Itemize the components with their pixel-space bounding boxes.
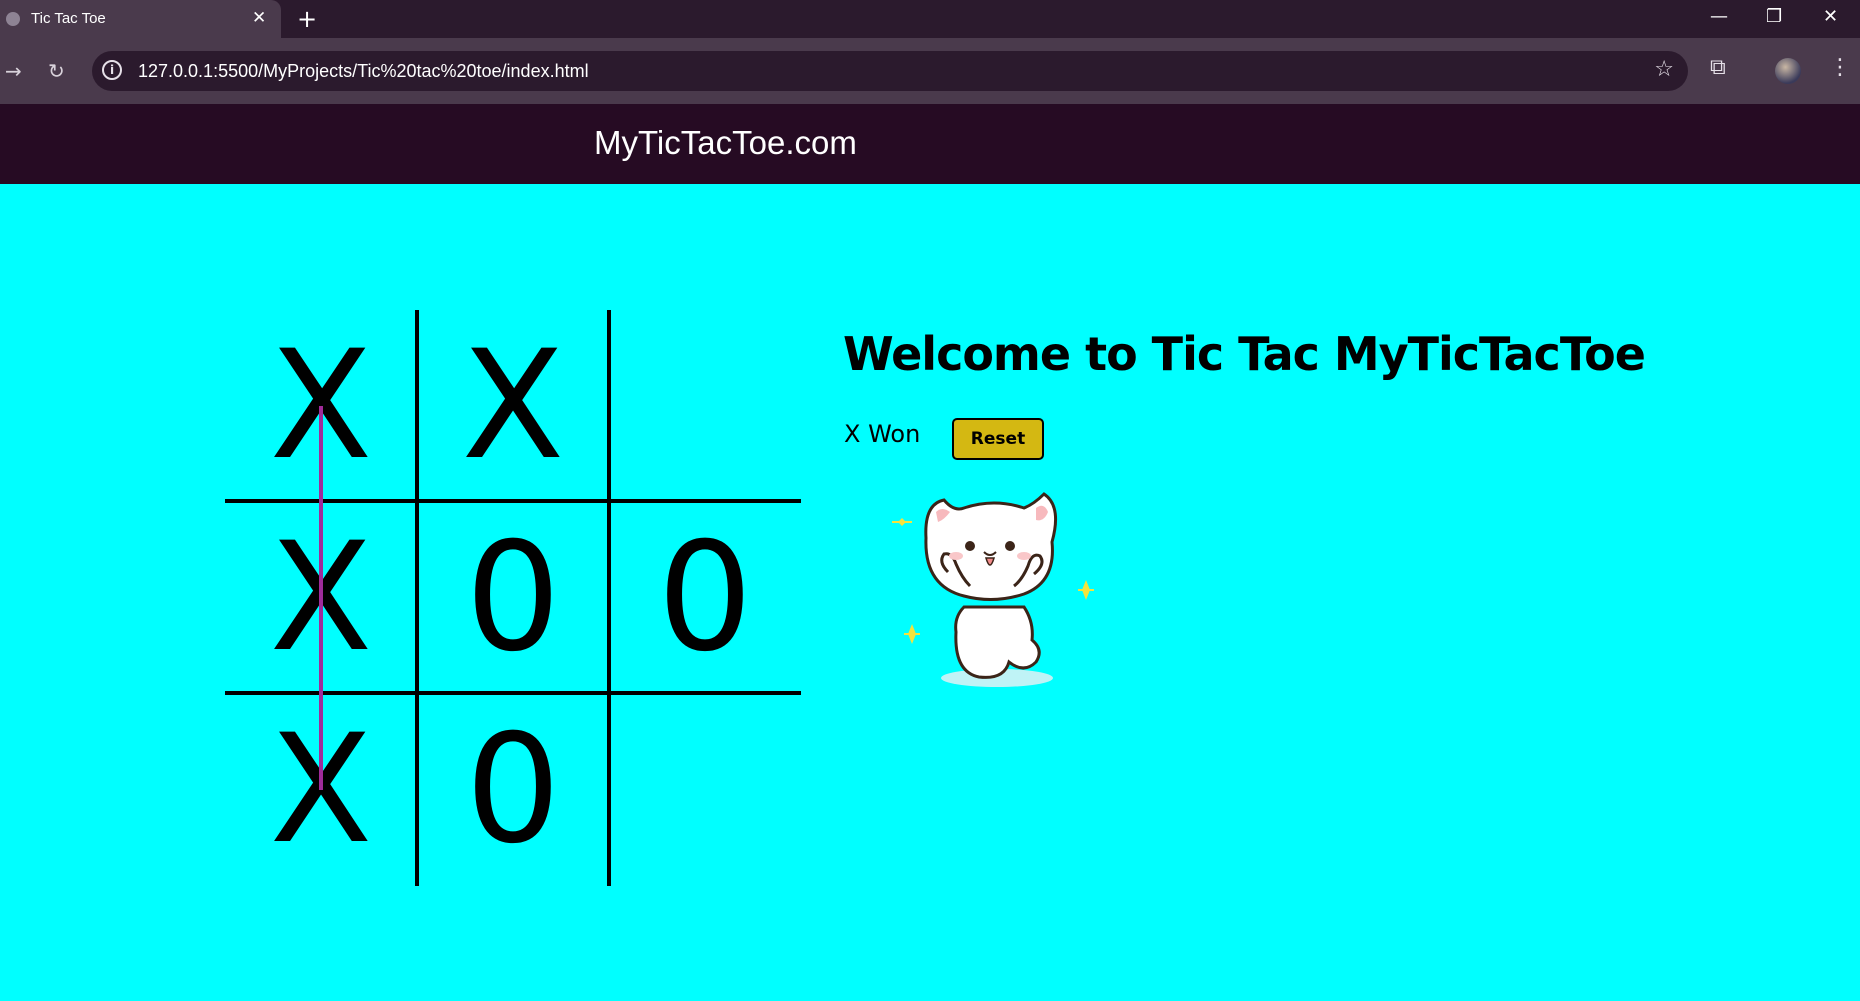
address-bar[interactable]: i 127.0.0.1:5500/MyProjects/Tic%20tac%20… <box>92 51 1688 91</box>
grid-line <box>225 691 801 695</box>
reload-icon[interactable]: ↻ <box>48 59 65 83</box>
favicon-icon <box>6 12 20 26</box>
browser-tab-bar: Tic Tac Toe ✕ + — ❐ ✕ <box>0 0 1860 38</box>
site-header: MyTicTacToe.com <box>0 104 1860 184</box>
reset-button[interactable]: Reset <box>952 418 1044 460</box>
restore-icon[interactable]: ❐ <box>1766 6 1782 27</box>
info-icon[interactable]: i <box>102 60 122 80</box>
new-tab-icon[interactable]: + <box>297 5 317 33</box>
board-cell[interactable] <box>609 694 801 886</box>
grid-line <box>607 310 611 886</box>
welcome-heading: Welcome to Tic Tac MyTicTacToe <box>843 327 1646 381</box>
close-window-icon[interactable]: ✕ <box>1823 6 1838 27</box>
grid-line <box>225 499 801 503</box>
url-text[interactable]: 127.0.0.1:5500/MyProjects/Tic%20tac%20to… <box>138 61 589 82</box>
tab-close-icon[interactable]: ✕ <box>252 8 266 28</box>
extensions-icon[interactable]: ⧉ <box>1710 55 1726 80</box>
site-title: MyTicTacToe.com <box>594 124 857 161</box>
board-cell[interactable]: 0 <box>609 502 801 694</box>
avatar[interactable] <box>1775 58 1801 84</box>
minimize-icon[interactable]: — <box>1710 6 1728 27</box>
board-cell[interactable]: 0 <box>417 694 609 886</box>
browser-toolbar: → ↻ i 127.0.0.1:5500/MyProjects/Tic%20ta… <box>0 38 1860 104</box>
browser-tab[interactable]: Tic Tac Toe ✕ <box>0 0 281 38</box>
grid-line <box>415 310 419 886</box>
menu-icon[interactable]: ⋮ <box>1829 55 1851 80</box>
cat-celebration-image <box>892 492 1094 687</box>
game-board: X X X 0 0 X 0 <box>225 310 801 886</box>
star-icon[interactable]: ☆ <box>1654 57 1674 82</box>
forward-icon[interactable]: → <box>5 59 22 83</box>
winning-line <box>319 406 323 790</box>
board-cell[interactable]: 0 <box>417 502 609 694</box>
game-status: X Won <box>844 420 921 448</box>
board-cell[interactable] <box>609 310 801 502</box>
board-cell[interactable]: X <box>417 310 609 502</box>
tab-title: Tic Tac Toe <box>31 10 106 27</box>
